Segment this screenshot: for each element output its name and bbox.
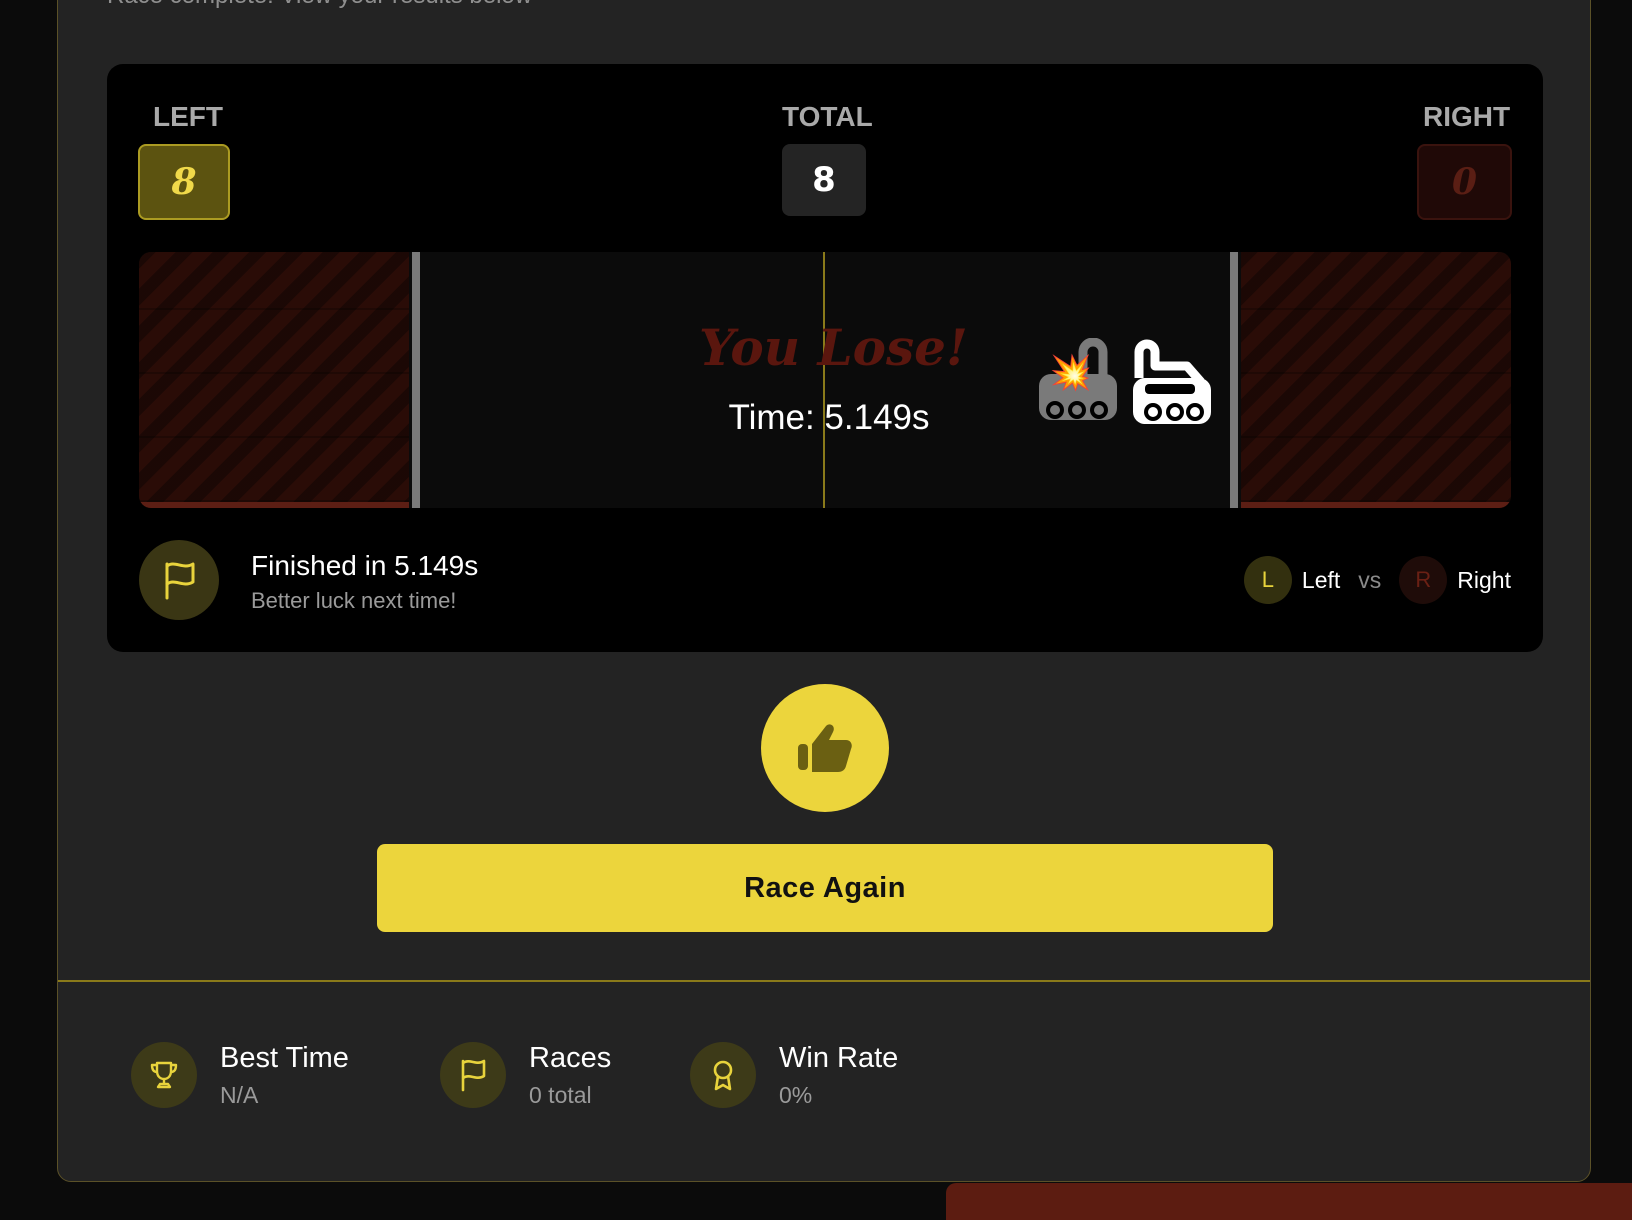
total-score-label: TOTAL — [782, 101, 873, 132]
crashed-car-icon: 💥 — [1039, 338, 1117, 420]
right-finish-post — [1230, 252, 1238, 508]
trophy-icon — [131, 1042, 197, 1108]
award-icon — [690, 1042, 756, 1108]
lane-legend: L Left vs R Right — [1243, 556, 1511, 604]
flag-icon — [139, 540, 219, 620]
stat-value: 0% — [779, 1082, 813, 1108]
stat-label: Win Rate — [779, 1042, 899, 1074]
section-divider — [58, 980, 1590, 982]
race-again-button[interactable]: Race Again — [377, 844, 1273, 932]
thumbs-up-button[interactable] — [761, 684, 889, 812]
right-score-label: RIGHT — [1423, 101, 1511, 132]
stat-label: Races — [529, 1042, 612, 1074]
total-score-box: 8 — [782, 144, 866, 216]
page-subtitle: Race complete! View your results below — [107, 0, 532, 10]
left-lane-label: Left — [1301, 566, 1341, 593]
explosion-icon: 💥 — [1050, 353, 1092, 393]
track-center-line — [823, 252, 825, 508]
right-finish-zone — [1241, 252, 1511, 508]
bottom-toast-bar — [946, 1183, 1632, 1220]
race-track: You Lose! Time: 5.149s 💥 — [139, 252, 1511, 508]
right-lane-label: Right — [1457, 566, 1511, 593]
left-score-label: LEFT — [153, 101, 223, 132]
left-score-box: 8 — [138, 144, 230, 220]
flag-icon — [440, 1042, 506, 1108]
thumbs-up-icon — [798, 724, 852, 772]
left-lane-badge: L — [1243, 556, 1292, 604]
finish-message: Better luck next time! — [251, 588, 457, 613]
stat-label: Best Time — [220, 1042, 349, 1074]
player-car-icon — [1133, 339, 1211, 424]
left-finish-post — [412, 252, 420, 508]
race-panel: LEFT 8 TOTAL 8 RIGHT 0 You Lose! Time: 5… — [107, 64, 1543, 652]
stat-value: N/A — [220, 1082, 259, 1108]
left-finish-zone — [139, 252, 409, 508]
result-title: You Lose! — [699, 318, 968, 377]
stat-value: 0 total — [529, 1082, 592, 1108]
right-score-box: 0 — [1417, 144, 1512, 220]
right-lane-badge: R — [1399, 556, 1448, 604]
finish-time-text: Finished in 5.149s — [251, 550, 479, 581]
result-time: Time: 5.149s — [728, 398, 930, 437]
versus-label: vs — [1358, 566, 1382, 593]
finish-summary: Finished in 5.149s Better luck next time… — [139, 540, 1511, 620]
